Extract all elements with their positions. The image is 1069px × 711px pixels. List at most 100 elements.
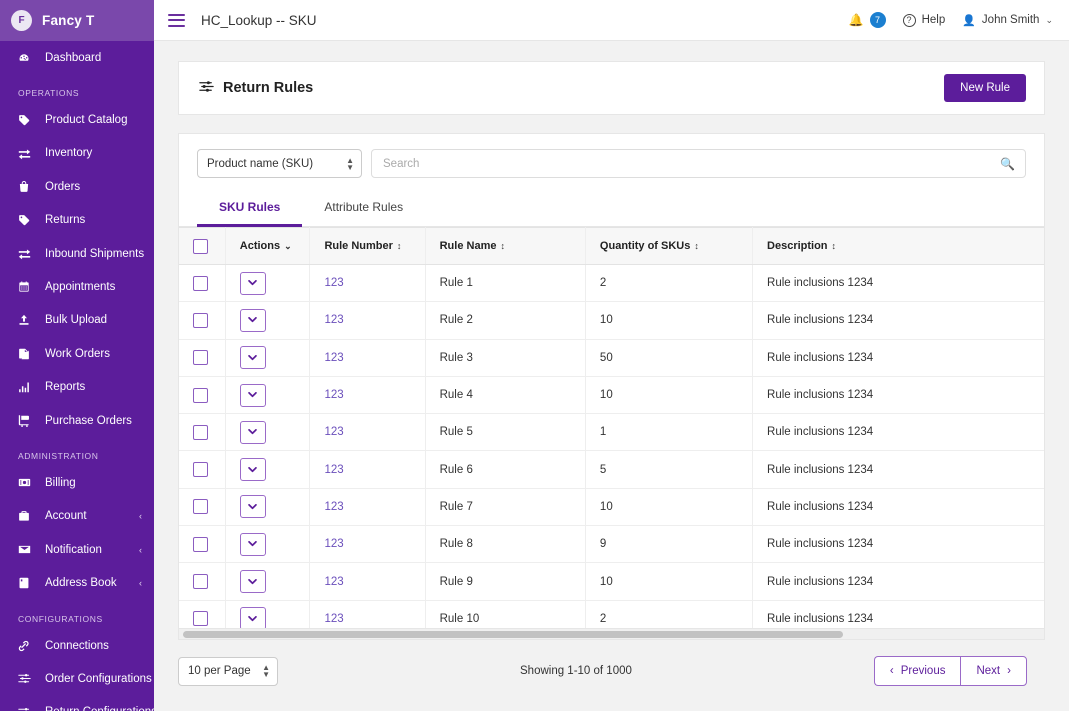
rule-number-link[interactable]: 123 <box>324 613 343 625</box>
sidebar-item-billing[interactable]: Billing <box>0 466 154 499</box>
cell-rule-number[interactable]: 123 <box>309 301 426 340</box>
row-checkbox[interactable] <box>193 424 208 440</box>
sidebar-item-bulk-upload[interactable]: Bulk Upload <box>0 304 154 337</box>
row-checkbox[interactable] <box>193 536 208 552</box>
sidebar-item-inbound-shipments[interactable]: Inbound Shipments <box>0 237 154 270</box>
cell-rule-number[interactable]: 123 <box>309 562 426 601</box>
row-checkbox[interactable] <box>193 462 208 478</box>
column-header-rule-name[interactable]: Rule Name ↕ <box>425 227 586 265</box>
rule-number-link[interactable]: 123 <box>324 352 343 364</box>
column-header-qty[interactable]: Quantity of SKUs ↕ <box>585 227 754 265</box>
sidebar-item-connections[interactable]: Connections <box>0 629 154 662</box>
sort-icon[interactable]: ↕ <box>832 241 837 251</box>
filter-field-select[interactable]: Product name (SKU) <box>197 149 362 178</box>
sidebar-item-address-book[interactable]: Address Book ‹ <box>0 566 154 599</box>
brand-avatar: F <box>11 10 32 31</box>
rule-number-link[interactable]: 123 <box>324 389 343 401</box>
per-page-select[interactable]: 10 per Page <box>178 656 278 686</box>
help-button[interactable]: ? Help <box>902 13 945 27</box>
sidebar-item-notification[interactable]: Notification ‹ <box>0 533 154 566</box>
sort-icon[interactable]: ↕ <box>397 241 402 251</box>
card-title: Return Rules <box>199 79 313 98</box>
sort-icon[interactable]: ↕ <box>694 241 699 251</box>
row-checkbox[interactable] <box>193 611 208 627</box>
cell-rule-number[interactable]: 123 <box>309 413 426 452</box>
previous-page-button[interactable]: ‹ Previous <box>873 656 961 686</box>
table-row[interactable]: 123Rule 210Rule inclusions 1234Inactive <box>179 301 1044 340</box>
cell-rule-number[interactable]: 123 <box>309 600 426 628</box>
cell-rule-number[interactable]: 123 <box>309 339 426 377</box>
table-scroll-region[interactable]: Actions ⌄ Rule Number ↕ Rule Name ↕ Quantity o… <box>179 227 1044 628</box>
search-icon[interactable]: 🔍 <box>1000 157 1015 171</box>
sidebar-item-appointments[interactable]: Appointments <box>0 270 154 303</box>
row-actions-cell <box>225 525 311 564</box>
table-row[interactable]: 123Rule 51Rule inclusions 1234Active <box>179 413 1044 452</box>
next-page-button[interactable]: Next › <box>960 656 1027 686</box>
horizontal-scrollbar[interactable] <box>179 628 1044 639</box>
cell-rule-number[interactable]: 123 <box>309 525 426 564</box>
row-actions-dropdown-button[interactable] <box>239 308 266 332</box>
sort-icon[interactable]: ↕ <box>500 241 505 251</box>
rule-number-link[interactable]: 123 <box>324 501 343 513</box>
table-header-row: Actions ⌄ Rule Number ↕ Rule Name ↕ Quantity o… <box>179 227 1044 265</box>
row-checkbox[interactable] <box>193 574 208 590</box>
chevron-down-icon[interactable]: ⌄ <box>284 241 292 251</box>
new-rule-button[interactable]: New Rule <box>944 74 1026 102</box>
sidebar-item-product-catalog[interactable]: Product Catalog <box>0 103 154 136</box>
row-actions-dropdown-button[interactable] <box>239 346 266 370</box>
row-actions-dropdown-button[interactable] <box>239 458 266 482</box>
sidebar-item-work-orders[interactable]: Work Orders <box>0 337 154 370</box>
table-row[interactable]: 123Rule 910Rule inclusions 1234Active <box>179 562 1044 601</box>
table-row[interactable]: 123Rule 350Rule inclusions 1234Active <box>179 339 1044 377</box>
table-row[interactable]: 123Rule 65Rule inclusions 1234Inactive <box>179 450 1044 489</box>
tab-sku-rules[interactable]: SKU Rules <box>197 190 303 227</box>
column-header-rule-number[interactable]: Rule Number ↕ <box>309 227 426 265</box>
scrollbar-thumb[interactable] <box>183 631 843 638</box>
table-row[interactable]: 123Rule 410Rule inclusions 1234Active <box>179 376 1044 415</box>
row-actions-dropdown-button[interactable] <box>239 607 266 628</box>
rule-number-link[interactable]: 123 <box>324 538 343 550</box>
sidebar-item-purchase-orders[interactable]: Purchase Orders <box>0 404 154 437</box>
chevron-down-icon <box>248 578 258 584</box>
row-checkbox[interactable] <box>193 350 208 366</box>
sidebar-item-account[interactable]: Account ‹ <box>0 500 154 533</box>
sidebar-item-inventory[interactable]: Inventory <box>0 137 154 170</box>
select-all-checkbox[interactable] <box>193 238 208 254</box>
table-row[interactable]: 123Rule 89Rule inclusions 1234Active <box>179 525 1044 564</box>
row-checkbox[interactable] <box>193 499 208 515</box>
sidebar-item-return-configurations[interactable]: Return Configurations <box>0 696 154 711</box>
sidebar-brand[interactable]: F Fancy T <box>0 0 154 41</box>
table-row[interactable]: 123Rule 710Rule inclusions 1234Active <box>179 488 1044 527</box>
rule-number-link[interactable]: 123 <box>324 277 343 289</box>
user-menu[interactable]: 👤 John Smith ⌄ <box>962 14 1053 27</box>
tab-attribute-rules[interactable]: Attribute Rules <box>302 190 425 227</box>
rule-number-link[interactable]: 123 <box>324 314 343 326</box>
row-actions-dropdown-button[interactable] <box>239 383 266 407</box>
cell-rule-number[interactable]: 123 <box>309 376 426 415</box>
row-actions-dropdown-button[interactable] <box>239 271 266 295</box>
row-checkbox[interactable] <box>193 312 208 328</box>
column-header-description[interactable]: Description ↕ <box>752 227 1044 265</box>
cell-rule-number[interactable]: 123 <box>309 488 426 527</box>
sidebar-item-returns[interactable]: Returns <box>0 204 154 237</box>
row-checkbox[interactable] <box>193 387 208 403</box>
notifications-button[interactable]: 🔔 7 <box>849 12 886 28</box>
table-row[interactable]: 123Rule 102Rule inclusions 1234Active <box>179 600 1044 628</box>
sidebar-item-reports[interactable]: Reports <box>0 371 154 404</box>
row-actions-dropdown-button[interactable] <box>239 570 266 594</box>
row-actions-dropdown-button[interactable] <box>239 420 266 444</box>
row-checkbox[interactable] <box>193 275 208 291</box>
rule-number-link[interactable]: 123 <box>324 464 343 476</box>
sidebar-item-orders[interactable]: Orders <box>0 170 154 203</box>
hamburger-menu-icon[interactable] <box>168 13 185 27</box>
cell-rule-number[interactable]: 123 <box>309 264 426 303</box>
rule-number-link[interactable]: 123 <box>324 576 343 588</box>
row-actions-dropdown-button[interactable] <box>239 532 266 556</box>
search-input[interactable] <box>371 149 1026 178</box>
table-row[interactable]: 123Rule 12Rule inclusions 1234Active <box>179 264 1044 303</box>
rule-number-link[interactable]: 123 <box>324 426 343 438</box>
sidebar-item-order-configurations[interactable]: Order Configurations <box>0 662 154 695</box>
sidebar-item-dashboard[interactable]: Dashboard <box>0 41 154 74</box>
cell-rule-number[interactable]: 123 <box>309 450 426 489</box>
row-actions-dropdown-button[interactable] <box>239 495 266 519</box>
